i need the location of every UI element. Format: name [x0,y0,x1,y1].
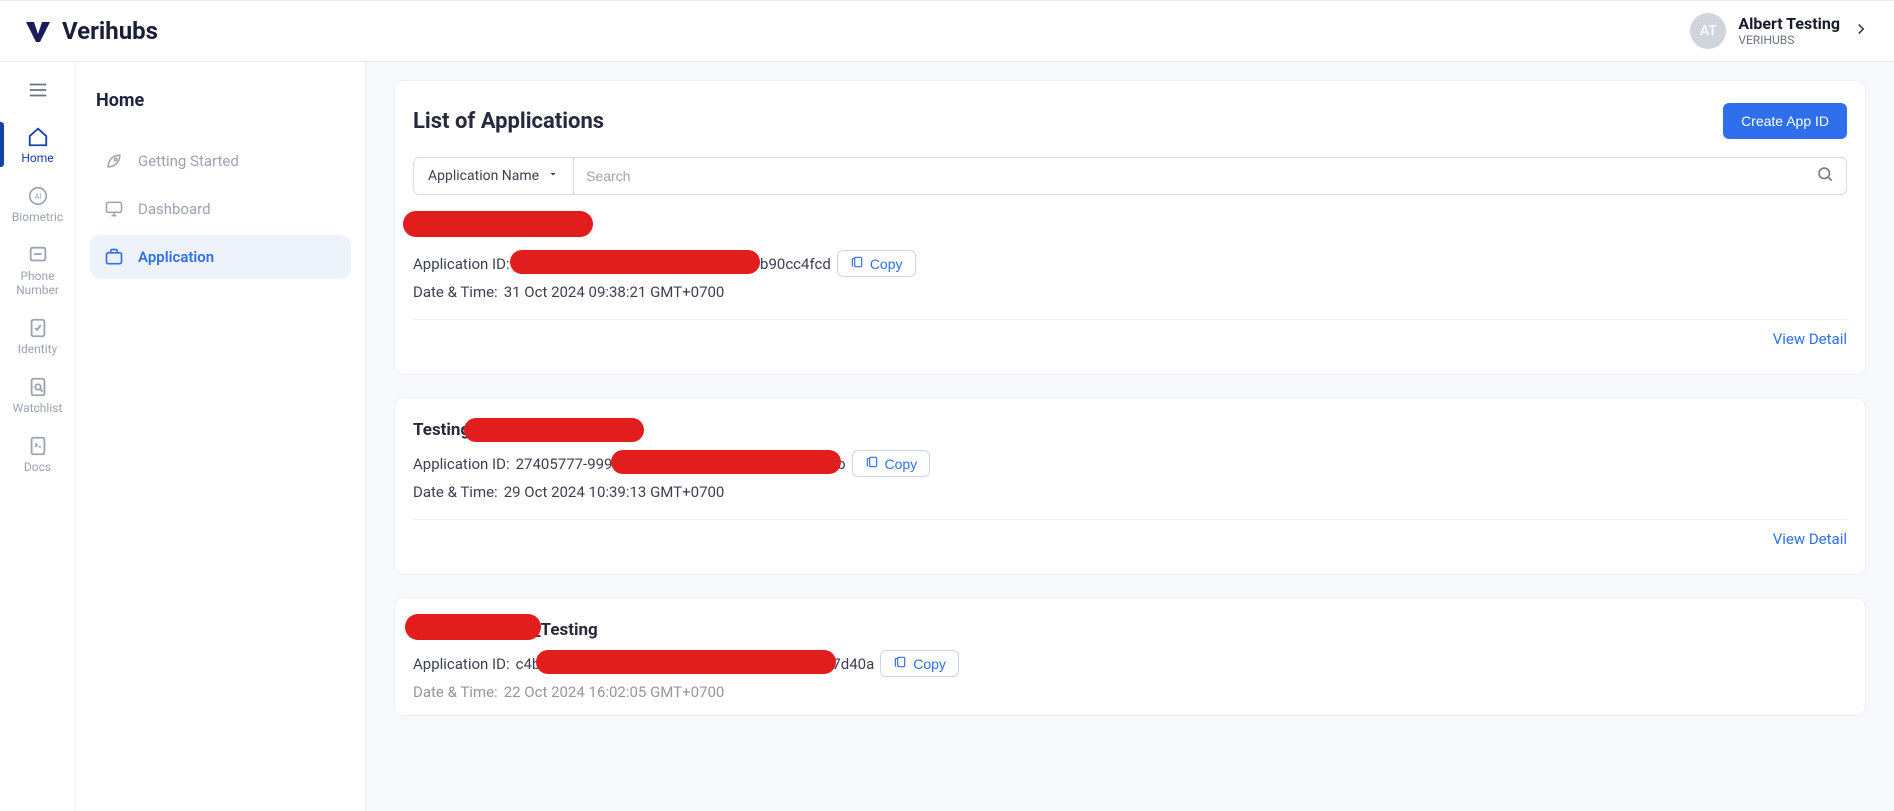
brand: Verihubs [24,17,158,45]
application-id-line: Application ID: c4b 7d40a Copy [413,650,1847,677]
sidebar-item-label: Application [138,248,214,266]
divider [413,519,1847,520]
create-app-button[interactable]: Create App ID [1723,103,1847,139]
view-detail-link[interactable]: View Detail [1773,330,1847,348]
rail-item-docs[interactable]: Docs [0,425,75,482]
caret-down-icon [547,168,559,184]
app-name-suffix: _Testing [533,620,598,640]
secondary-nav: Home Getting Started Dashboard Applicati… [76,62,366,811]
sidebar-item-getting-started[interactable]: Getting Started [90,139,351,183]
application-card: Testing_ Application ID: 27405777-9995- … [394,397,1866,575]
secondary-title: Home [96,90,351,111]
clipboard-icon [850,255,864,272]
phone-icon [27,244,49,266]
clipboard-icon [893,655,907,672]
search-input[interactable] [586,158,1816,194]
search-icon [1816,165,1834,187]
application-datetime-line: Date & Time: 31 Oct 2024 09:38:21 GMT+07… [413,283,1847,301]
redacted-name [478,422,638,440]
datetime-label: Date & Time: [413,283,498,301]
divider [413,319,1847,320]
brand-name: Verihubs [62,17,158,45]
menu-toggle[interactable] [14,70,62,110]
application-name: _Testing [413,620,1847,640]
application-card: _Testing Application ID: c4b 7d40a Copy … [394,597,1866,716]
copy-label: Copy [885,456,918,472]
app-id-suffix: 7d40a [832,655,874,673]
chevron-right-icon [1852,20,1870,42]
app-id-label: Application ID: [413,455,510,473]
svg-text:AI: AI [34,192,41,201]
application-datetime-line: Date & Time: 29 Oct 2024 10:39:13 GMT+07… [413,483,1847,501]
datetime-label: Date & Time: [413,483,498,501]
filter-select[interactable]: Application Name [414,158,574,194]
brand-logo-icon [24,20,52,42]
filter-label: Application Name [428,168,539,184]
redacted-id [631,456,831,472]
rocket-icon [104,151,124,171]
app-id-value: 6b90cc4fcd [752,255,831,273]
identity-icon [27,317,49,339]
redacted-id [516,256,746,272]
redacted-name [413,217,593,235]
list-header-card: List of Applications Create App ID Appli… [394,80,1866,375]
datetime-value: 22 Oct 2024 16:02:05 GMT+0700 [504,683,725,701]
rail-item-watchlist[interactable]: Watchlist [0,366,75,423]
datetime-label: Date & Time: [413,683,498,701]
user-name: Albert Testing [1738,14,1840,33]
copy-label: Copy [870,256,903,272]
datetime-value: 29 Oct 2024 10:39:13 GMT+0700 [504,483,725,501]
datetime-value: 31 Oct 2024 09:38:21 GMT+0700 [504,283,725,301]
application-name: Testing_ [413,420,1847,440]
main-rail: Home AI Biometric Phone Number Identity … [0,62,76,811]
rail-label: Phone Number [0,270,75,296]
view-detail-link[interactable]: View Detail [1773,530,1847,548]
rail-item-phone[interactable]: Phone Number [0,234,75,304]
rail-label: Watchlist [9,402,67,415]
copy-button[interactable]: Copy [880,650,959,677]
monitor-icon [104,199,124,219]
rail-item-home[interactable]: Home [0,116,75,173]
application-card: Application ID: 6b90cc4fcd Copy Date & T… [413,217,1847,348]
user-text: Albert Testing VERIHUBS [1738,14,1840,48]
application-id-line: Application ID: 6b90cc4fcd Copy [413,250,1847,277]
application-name [413,217,1847,240]
rail-item-identity[interactable]: Identity [0,307,75,364]
docs-icon [27,435,49,457]
content-area: List of Applications Create App ID Appli… [366,62,1894,811]
rail-label: Biometric [8,211,67,224]
watchlist-icon [27,376,49,398]
app-id-prefix: 27405777-9995- [516,455,625,473]
app-id-label: Application ID: [413,655,510,673]
avatar: AT [1690,13,1726,49]
briefcase-icon [104,247,124,267]
sidebar-item-dashboard[interactable]: Dashboard [90,187,351,231]
copy-button[interactable]: Copy [852,450,931,477]
user-menu[interactable]: AT Albert Testing VERIHUBS [1690,13,1870,49]
redacted-name [413,622,533,640]
copy-button[interactable]: Copy [837,250,916,277]
application-id-line: Application ID: 27405777-9995- b Copy [413,450,1847,477]
sidebar-item-application[interactable]: Application [90,235,351,279]
page-title: List of Applications [413,109,604,134]
app-id-label: Application ID: [413,255,510,273]
home-icon [27,126,49,148]
redacted-id [546,656,826,672]
sidebar-item-label: Getting Started [138,152,239,170]
clipboard-icon [865,455,879,472]
rail-label: Docs [20,461,55,474]
rail-item-biometric[interactable]: AI Biometric [0,175,75,232]
biometric-icon: AI [27,185,49,207]
user-org: VERIHUBS [1738,33,1840,47]
top-header: Verihubs AT Albert Testing VERIHUBS [0,0,1894,62]
rail-label: Identity [14,343,61,356]
rail-label: Home [17,152,57,165]
copy-label: Copy [913,656,946,672]
search-bar: Application Name [413,157,1847,195]
application-datetime-line: Date & Time: 22 Oct 2024 16:02:05 GMT+07… [413,683,1847,701]
sidebar-item-label: Dashboard [138,200,211,218]
